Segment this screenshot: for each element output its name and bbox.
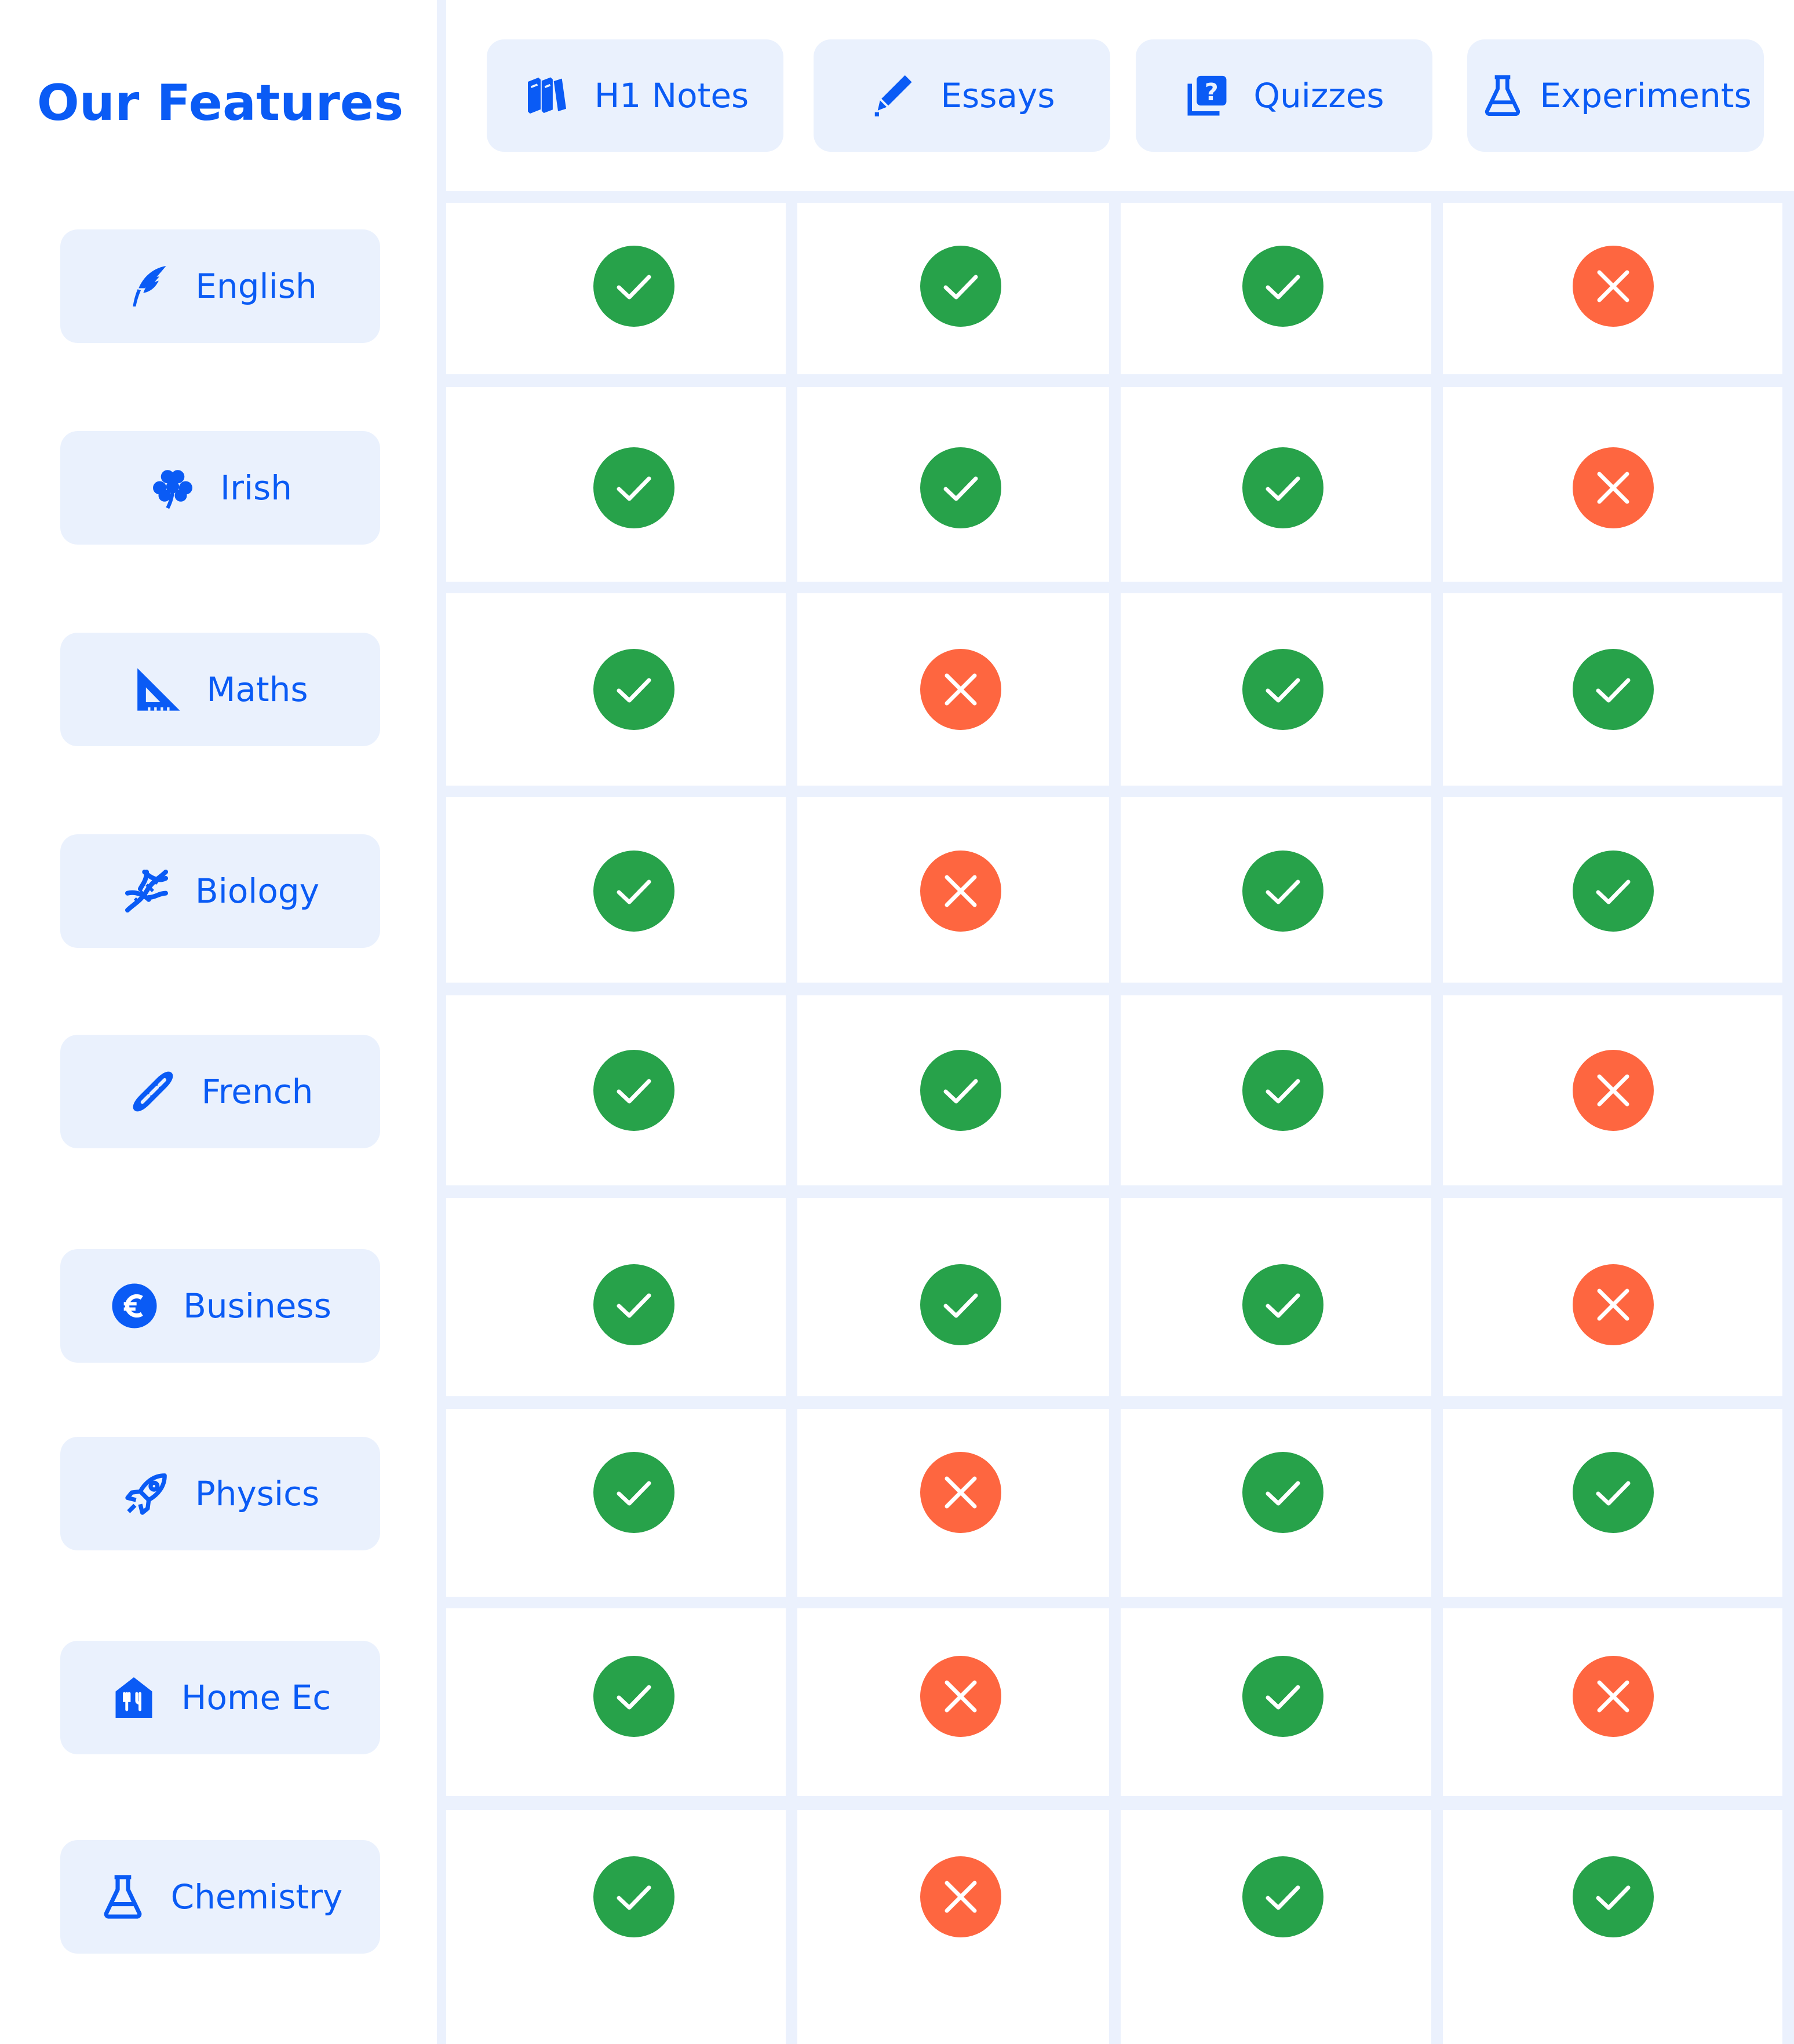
- check-icon: [593, 1264, 674, 1345]
- row-header-irish[interactable]: Irish: [60, 431, 380, 545]
- check-icon: [1242, 1656, 1323, 1737]
- check-icon: [593, 1452, 674, 1533]
- row-header-label: English: [195, 267, 317, 306]
- check-icon: [1242, 246, 1323, 327]
- row-header-label: Maths: [206, 670, 308, 709]
- check-icon: [593, 851, 674, 932]
- check-icon: [593, 447, 674, 528]
- row-header-english[interactable]: English: [60, 229, 380, 343]
- cross-icon: [920, 851, 1001, 932]
- cross-icon: [920, 1452, 1001, 1533]
- check-icon: [1242, 649, 1323, 730]
- check-icon: [1573, 1452, 1654, 1533]
- row-header-label: French: [201, 1072, 313, 1111]
- check-icon: [920, 1050, 1001, 1131]
- column-header-label: Essays: [940, 76, 1055, 115]
- cross-icon: [920, 1656, 1001, 1737]
- row-header-french[interactable]: French: [60, 1035, 380, 1148]
- check-icon: [920, 447, 1001, 528]
- check-icon: [1242, 1856, 1323, 1937]
- check-icon: [593, 246, 674, 327]
- column-header-essays[interactable]: Essays: [814, 39, 1110, 152]
- row-header-label: Biology: [195, 871, 320, 911]
- cross-icon: [920, 1856, 1001, 1937]
- check-icon: [1573, 649, 1654, 730]
- cross-icon: [1573, 1656, 1654, 1737]
- row-header-physics[interactable]: Physics: [60, 1437, 380, 1550]
- flask-icon: [98, 1872, 148, 1922]
- row-header-label: Chemistry: [170, 1877, 343, 1917]
- row-header-maths[interactable]: Maths: [60, 633, 380, 746]
- column-header-label: H1 Notes: [594, 76, 749, 115]
- column-header-h1-notes[interactable]: H1 Notes: [487, 39, 783, 152]
- set-square-icon: [132, 664, 183, 715]
- dna-icon: [121, 866, 172, 917]
- shamrock-icon: [148, 463, 197, 512]
- row-header-biology[interactable]: Biology: [60, 834, 380, 948]
- column-header-experiments[interactable]: Experiments: [1467, 39, 1764, 152]
- check-icon: [1242, 447, 1323, 528]
- column-header-label: Quizzes: [1253, 76, 1384, 115]
- row-header-label: Business: [183, 1286, 331, 1326]
- check-icon: [593, 1656, 674, 1737]
- row-header-label: Home Ec: [181, 1678, 331, 1717]
- books-icon: [522, 70, 573, 121]
- column-header-quizzes[interactable]: ? Quizzes: [1136, 39, 1432, 152]
- cross-icon: [920, 649, 1001, 730]
- quill-icon: [123, 262, 172, 311]
- check-icon: [920, 246, 1001, 327]
- check-icon: [1242, 1264, 1323, 1345]
- check-icon: [1573, 1856, 1654, 1937]
- check-icon: [593, 1050, 674, 1131]
- rocket-icon: [121, 1468, 172, 1519]
- baguette-icon: [127, 1066, 178, 1117]
- row-header-business[interactable]: Business: [60, 1249, 380, 1363]
- cross-icon: [1573, 1264, 1654, 1345]
- check-icon: [593, 649, 674, 730]
- check-icon: [1573, 851, 1654, 932]
- column-header-label: Experiments: [1540, 76, 1752, 115]
- check-icon: [593, 1856, 674, 1937]
- home-utensils-icon: [110, 1673, 158, 1722]
- row-header-chemistry[interactable]: Chemistry: [60, 1840, 380, 1954]
- row-header-label: Irish: [220, 468, 293, 508]
- cross-icon: [1573, 246, 1654, 327]
- flask-icon: [1479, 72, 1526, 119]
- sidebar-divider: [437, 0, 446, 2044]
- check-icon: [1242, 851, 1323, 932]
- row-header-home-ec[interactable]: Home Ec: [60, 1641, 380, 1754]
- cross-icon: [1573, 1050, 1654, 1131]
- check-icon: [1242, 1452, 1323, 1533]
- quiz-icon: ?: [1184, 72, 1231, 119]
- page-title: Our Features: [37, 74, 404, 132]
- row-header-label: Physics: [195, 1474, 320, 1513]
- euro-icon: [109, 1280, 160, 1331]
- check-icon: [1242, 1050, 1323, 1131]
- check-icon: [920, 1264, 1001, 1345]
- feature-grid: [446, 191, 1794, 2044]
- cross-icon: [1573, 447, 1654, 528]
- svg-text:?: ?: [1205, 78, 1219, 106]
- pencil-icon: [869, 71, 918, 121]
